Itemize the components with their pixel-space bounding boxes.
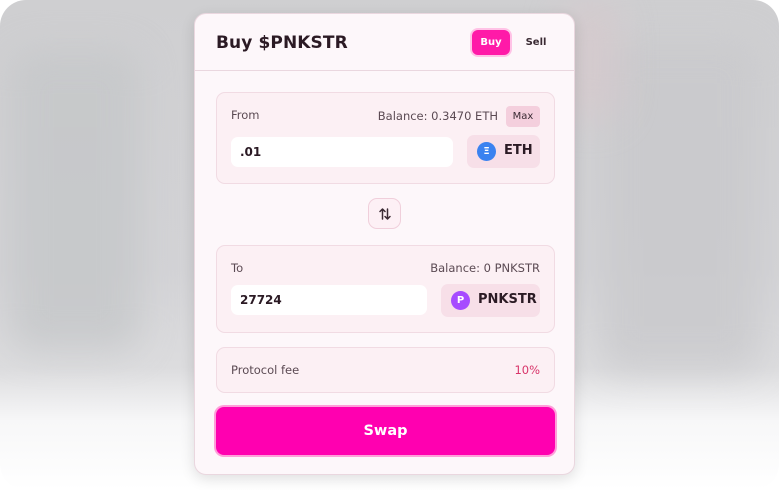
- to-label: To: [231, 261, 244, 275]
- swap-card: Buy $PNKSTR Buy Sell From Balance: 0.347…: [194, 13, 575, 475]
- background-blur-shape: [600, 40, 760, 370]
- swap-arrows-icon: [379, 208, 391, 220]
- background-blur-shape: [10, 50, 140, 350]
- page-title: Buy $PNKSTR: [216, 33, 348, 53]
- tab-sell[interactable]: Sell: [517, 30, 555, 55]
- fee-panel: Protocol fee 10%: [216, 347, 555, 393]
- from-panel: From Balance: 0.3470 ETH Max Ξ ETH: [216, 92, 555, 184]
- from-token-symbol: ETH: [504, 143, 533, 158]
- to-token-selector[interactable]: P PNKSTR: [441, 284, 540, 317]
- card-header: Buy $PNKSTR Buy Sell: [195, 14, 574, 71]
- protocol-fee-label: Protocol fee: [231, 363, 300, 377]
- from-amount-input[interactable]: [231, 137, 453, 167]
- to-amount-input[interactable]: [231, 285, 427, 315]
- ethereum-icon: Ξ: [477, 142, 496, 161]
- protocol-fee-value: 10%: [514, 363, 540, 377]
- to-balance: Balance: 0 PNKSTR: [430, 261, 540, 275]
- pnkstr-icon: P: [451, 291, 470, 310]
- to-panel: To Balance: 0 PNKSTR P PNKSTR: [216, 245, 555, 333]
- from-balance: Balance: 0.3470 ETH: [377, 109, 498, 123]
- from-token-selector[interactable]: Ξ ETH: [467, 135, 540, 168]
- to-token-symbol: PNKSTR: [478, 292, 537, 307]
- swap-button[interactable]: Swap: [216, 407, 555, 455]
- swap-direction-button[interactable]: [368, 198, 401, 229]
- max-button[interactable]: Max: [506, 106, 540, 127]
- tab-buy[interactable]: Buy: [472, 30, 510, 55]
- from-label: From: [231, 108, 260, 122]
